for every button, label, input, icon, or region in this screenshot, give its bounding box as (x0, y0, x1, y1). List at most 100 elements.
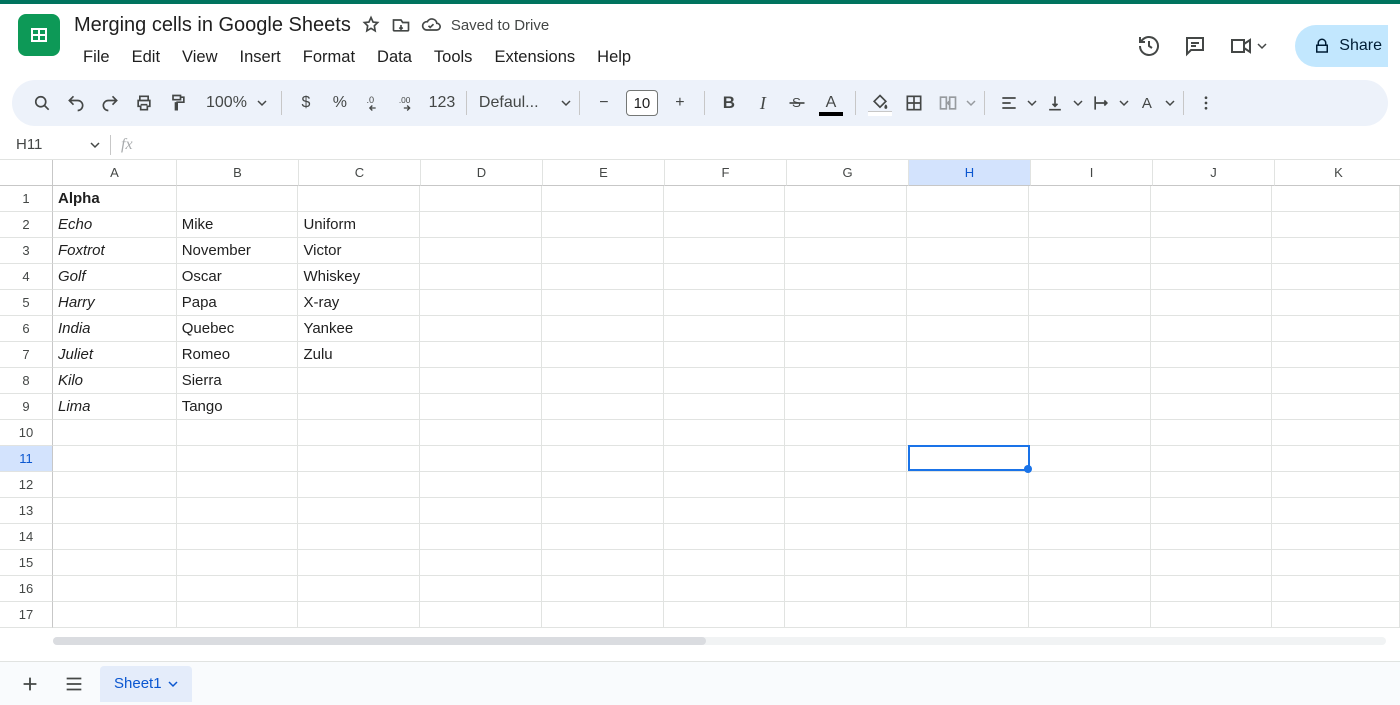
cell[interactable] (420, 498, 542, 524)
cell[interactable] (1029, 524, 1151, 550)
cell[interactable] (177, 576, 299, 602)
cell[interactable] (1272, 290, 1400, 316)
cell[interactable] (542, 368, 664, 394)
row-header[interactable]: 2 (0, 212, 53, 238)
cell[interactable] (542, 498, 664, 524)
cloud-done-icon[interactable] (421, 15, 441, 35)
text-rotation-dropdown[interactable]: A (1131, 87, 1175, 119)
cell[interactable] (1029, 368, 1151, 394)
cell[interactable] (420, 420, 542, 446)
cell[interactable] (420, 290, 542, 316)
row-header[interactable]: 15 (0, 550, 53, 576)
cell[interactable] (664, 446, 786, 472)
cell[interactable] (1029, 290, 1151, 316)
cell[interactable] (664, 238, 786, 264)
cell[interactable] (1029, 472, 1151, 498)
row-header[interactable]: 7 (0, 342, 53, 368)
cell[interactable] (907, 446, 1029, 472)
cell[interactable] (420, 212, 542, 238)
cell[interactable] (1272, 550, 1400, 576)
horizontal-scrollbar[interactable] (53, 634, 1386, 648)
cell[interactable] (785, 238, 907, 264)
cell[interactable] (298, 472, 420, 498)
cell[interactable] (664, 212, 786, 238)
cell[interactable]: Quebec (177, 316, 299, 342)
cell[interactable] (420, 524, 542, 550)
cell[interactable] (53, 524, 177, 550)
cell[interactable] (53, 576, 177, 602)
cell[interactable] (664, 368, 786, 394)
cell[interactable] (53, 420, 177, 446)
cell[interactable]: Kilo (53, 368, 177, 394)
cell[interactable] (907, 342, 1029, 368)
cell[interactable] (177, 420, 299, 446)
increase-font-size[interactable]: + (664, 87, 696, 119)
col-header[interactable]: F (665, 160, 787, 186)
cell[interactable] (542, 472, 664, 498)
cell[interactable] (785, 394, 907, 420)
row-header[interactable]: 6 (0, 316, 53, 342)
menu-view[interactable]: View (173, 44, 226, 71)
cell[interactable] (1151, 498, 1273, 524)
decrease-decimal-icon[interactable]: .0 (358, 87, 390, 119)
strikethrough-icon[interactable]: S (781, 87, 813, 119)
cell[interactable] (664, 498, 786, 524)
cell[interactable] (542, 264, 664, 290)
col-header[interactable]: G (787, 160, 909, 186)
fill-color-icon[interactable] (864, 87, 896, 119)
text-wrap-dropdown[interactable] (1085, 87, 1129, 119)
row-header[interactable]: 16 (0, 576, 53, 602)
cell[interactable] (1151, 576, 1273, 602)
cell[interactable] (177, 472, 299, 498)
cell[interactable] (1272, 342, 1400, 368)
cell[interactable] (298, 186, 420, 212)
cell[interactable] (420, 602, 542, 628)
cell[interactable] (177, 524, 299, 550)
cell[interactable]: Mike (177, 212, 299, 238)
cell[interactable] (907, 576, 1029, 602)
row-header[interactable]: 11 (0, 446, 53, 472)
cell[interactable] (785, 316, 907, 342)
cell[interactable] (1272, 368, 1400, 394)
col-header[interactable]: H (909, 160, 1031, 186)
cell[interactable] (1272, 498, 1400, 524)
col-header[interactable]: E (543, 160, 665, 186)
cell[interactable]: Zulu (298, 342, 420, 368)
menu-insert[interactable]: Insert (231, 44, 290, 71)
decrease-font-size[interactable]: − (588, 87, 620, 119)
cell[interactable] (420, 576, 542, 602)
cell[interactable] (1029, 420, 1151, 446)
cell[interactable] (298, 550, 420, 576)
cell[interactable] (785, 576, 907, 602)
cell[interactable] (907, 498, 1029, 524)
cell[interactable] (1151, 420, 1273, 446)
col-header[interactable]: K (1275, 160, 1400, 186)
cell[interactable] (542, 290, 664, 316)
cell[interactable] (420, 264, 542, 290)
row-header[interactable]: 17 (0, 602, 53, 628)
history-icon[interactable] (1137, 34, 1161, 58)
cell[interactable] (907, 420, 1029, 446)
row-header[interactable]: 9 (0, 394, 53, 420)
cell[interactable] (1029, 212, 1151, 238)
all-sheets-icon[interactable] (56, 666, 92, 702)
cell[interactable]: Tango (177, 394, 299, 420)
doc-title[interactable]: Merging cells in Google Sheets (74, 14, 351, 37)
col-header[interactable]: D (421, 160, 543, 186)
cell[interactable] (1029, 576, 1151, 602)
cell[interactable] (1029, 550, 1151, 576)
row-header[interactable]: 13 (0, 498, 53, 524)
cell[interactable] (298, 446, 420, 472)
cell[interactable] (53, 602, 177, 628)
undo-icon[interactable] (60, 87, 92, 119)
sheet-tab[interactable]: Sheet1 (100, 666, 192, 702)
cell[interactable] (664, 576, 786, 602)
cell[interactable] (1029, 186, 1151, 212)
text-color[interactable]: A (815, 87, 847, 119)
cell[interactable] (177, 550, 299, 576)
cell[interactable] (542, 212, 664, 238)
cell[interactable] (785, 472, 907, 498)
italic-icon[interactable]: I (747, 87, 779, 119)
cell[interactable] (1151, 602, 1273, 628)
col-header[interactable]: B (177, 160, 299, 186)
